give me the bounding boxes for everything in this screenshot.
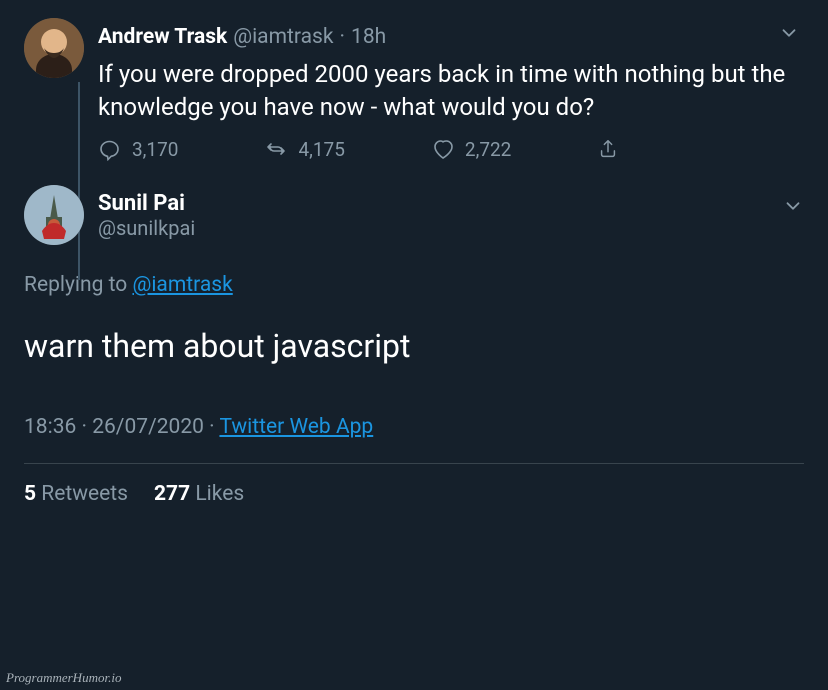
- replying-mention[interactable]: @iamtrask: [132, 273, 232, 297]
- watermark: ProgrammerHumor.io: [6, 670, 121, 686]
- reply-count: 3,170: [132, 138, 178, 161]
- likes-label: Likes: [190, 482, 244, 506]
- avatar-main[interactable]: [24, 185, 84, 245]
- tweet-meta: 18:36 · 26/07/2020 · Twitter Web App: [24, 415, 804, 439]
- tweet-date[interactable]: 26/07/2020: [92, 415, 204, 439]
- like-count: 2,722: [465, 138, 511, 161]
- separator-dot: ·: [340, 24, 346, 51]
- retweets-label: Retweets: [36, 482, 128, 506]
- stats-bar: 5 Retweets 277 Likes: [24, 482, 804, 506]
- quoted-display-name[interactable]: Andrew Trask: [98, 24, 227, 51]
- retweets-count: 5: [24, 482, 36, 506]
- meta-separator: ·: [76, 415, 92, 439]
- avatar-quoted[interactable]: [24, 18, 84, 78]
- avatar-placeholder-icon: [24, 18, 84, 78]
- likes-count: 277: [154, 482, 190, 506]
- retweets-stat[interactable]: 5 Retweets: [24, 482, 128, 506]
- retweet-icon: [264, 137, 288, 161]
- quoted-tweet: Andrew Trask @iamtrask · 18h If you were…: [24, 18, 804, 185]
- replying-to: Replying to @iamtrask: [24, 273, 804, 297]
- divider: [24, 463, 804, 464]
- main-handle[interactable]: @sunilkpai: [98, 216, 195, 240]
- chevron-down-icon: [782, 195, 804, 217]
- tweet-time[interactable]: 18:36: [24, 415, 76, 439]
- main-tweet-menu-caret[interactable]: [782, 195, 804, 221]
- thread-line: [78, 82, 80, 280]
- tweet-source[interactable]: Twitter Web App: [219, 415, 373, 439]
- reply-icon: [98, 137, 122, 161]
- main-tweet-text: warn them about javascript: [24, 327, 804, 365]
- quoted-timestamp[interactable]: 18h: [351, 24, 386, 51]
- reply-action[interactable]: 3,170: [98, 137, 178, 161]
- tweet-menu-caret[interactable]: [774, 18, 804, 56]
- share-action[interactable]: [597, 138, 619, 160]
- chevron-down-icon: [778, 22, 800, 44]
- share-icon: [597, 138, 619, 160]
- like-action[interactable]: 2,722: [431, 137, 511, 161]
- quoted-handle[interactable]: @iamtrask: [233, 24, 333, 51]
- main-tweet-header: Sunil Pai @sunilkpai: [24, 185, 804, 245]
- retweet-count: 4,175: [298, 138, 344, 161]
- retweet-action[interactable]: 4,175: [264, 137, 344, 161]
- avatar-placeholder-icon: [24, 185, 84, 245]
- heart-icon: [431, 137, 455, 161]
- likes-stat[interactable]: 277 Likes: [154, 482, 244, 506]
- quoted-tweet-text: If you were dropped 2000 years back in t…: [98, 58, 804, 123]
- main-display-name[interactable]: Sunil Pai: [98, 191, 195, 216]
- meta-separator: ·: [204, 415, 220, 439]
- quoted-action-bar: 3,170 4,175 2,722: [98, 137, 804, 161]
